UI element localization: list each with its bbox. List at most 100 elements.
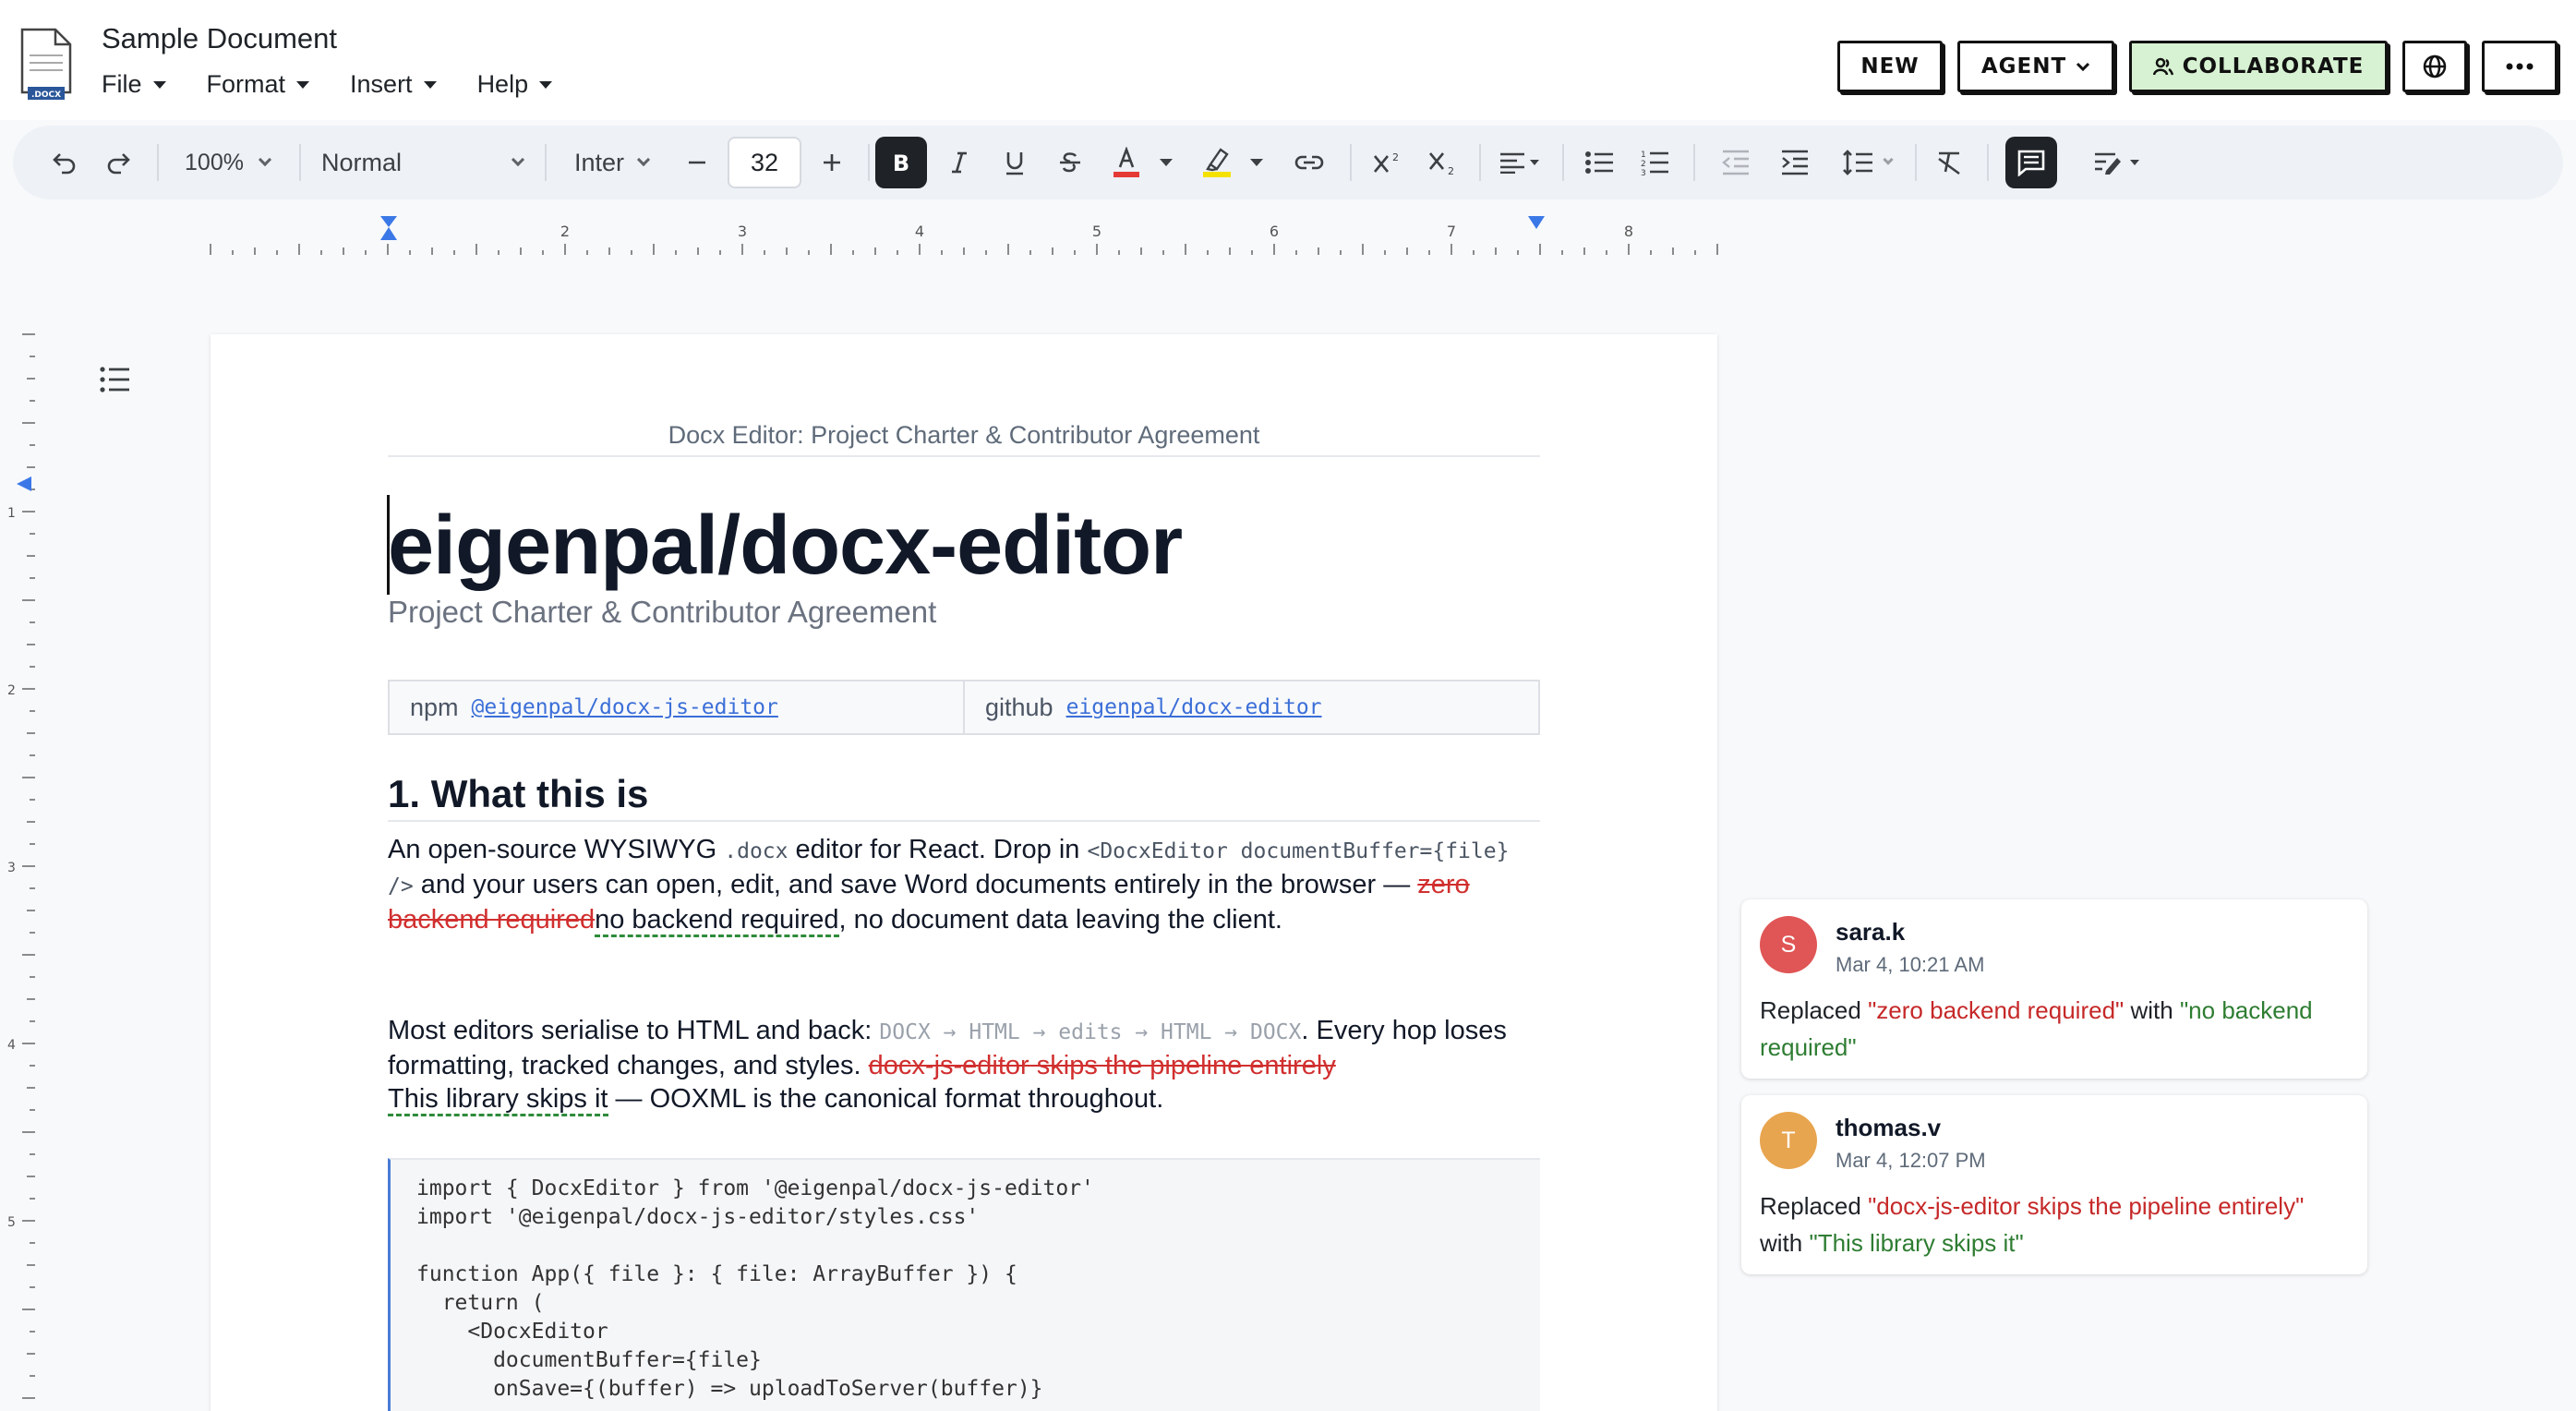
toolbar-divider bbox=[157, 144, 159, 181]
comment-card[interactable]: S sara.k Mar 4, 10:21 AM Replaced "zero … bbox=[1741, 899, 2367, 1079]
bold-button[interactable]: B bbox=[875, 137, 927, 188]
tracked-deletion[interactable]: docx-js-editor skips the pipeline entire… bbox=[869, 1051, 1336, 1080]
redo-icon bbox=[107, 153, 130, 175]
agent-button[interactable]: AGENT bbox=[1957, 41, 2114, 92]
caret-down-icon bbox=[152, 80, 166, 89]
ruler-label: 2 bbox=[560, 223, 570, 240]
clear-formatting-button[interactable] bbox=[1924, 126, 1976, 199]
svg-text:2: 2 bbox=[1392, 151, 1399, 163]
underline-button[interactable] bbox=[990, 126, 1040, 199]
code-block[interactable]: import { DocxEditor } from '@eigenpal/do… bbox=[388, 1158, 1540, 1411]
document-heading-title[interactable]: eigenpal/docx-editor bbox=[388, 499, 1183, 594]
github-cell: github eigenpal/docx-editor bbox=[963, 681, 1538, 733]
text-color-dropdown[interactable] bbox=[1154, 126, 1178, 199]
npm-label: npm bbox=[410, 693, 459, 721]
insert-link-button[interactable] bbox=[1282, 126, 1337, 199]
chevron-down-icon bbox=[1883, 154, 1894, 165]
paragraph-style-select[interactable]: Normal bbox=[310, 126, 532, 199]
bullet-list-button[interactable] bbox=[1573, 126, 1625, 199]
increase-indent-button[interactable] bbox=[1769, 126, 1821, 199]
strikethrough-button[interactable] bbox=[1045, 126, 1095, 199]
comments-toggle-button[interactable] bbox=[2005, 137, 2057, 188]
menu-help[interactable]: Help bbox=[477, 70, 553, 99]
caret-down-icon bbox=[2130, 160, 2139, 165]
highlight-dropdown[interactable] bbox=[1245, 126, 1269, 199]
new-button[interactable]: NEW bbox=[1837, 41, 1943, 92]
paragraph-pipeline[interactable]: Most editors serialise to HTML and back:… bbox=[388, 1014, 1540, 1116]
link-icon bbox=[1294, 155, 1324, 170]
caret-down-icon bbox=[296, 80, 310, 89]
font-family-select[interactable]: Inter bbox=[556, 126, 667, 199]
italic-button[interactable] bbox=[934, 126, 984, 199]
comment-text: Replaced bbox=[1760, 1192, 1869, 1220]
font-value: Inter bbox=[573, 148, 625, 176]
indent-icon bbox=[1782, 150, 1808, 175]
ruler-label: 2 bbox=[7, 683, 16, 698]
edit-mode-icon bbox=[2095, 152, 2121, 175]
github-label: github bbox=[985, 693, 1053, 721]
code-line: <DocxEditor bbox=[416, 1320, 608, 1344]
ruler-ticks bbox=[22, 333, 35, 1399]
line-spacing-dropdown[interactable] bbox=[1828, 126, 1906, 199]
formatting-toolbar: 100% Normal Inter 32 B 2 2 1 2 3 bbox=[13, 126, 2563, 199]
language-button[interactable] bbox=[2402, 41, 2467, 92]
page-header-text[interactable]: Docx Editor: Project Charter & Contribut… bbox=[388, 421, 1540, 457]
subscript-button[interactable]: 2 bbox=[1416, 126, 1468, 199]
vertical-ruler[interactable]: 1 2 3 4 5 bbox=[0, 323, 37, 1411]
comment-author: thomas.v bbox=[1836, 1114, 1942, 1141]
left-indent-marker[interactable] bbox=[380, 216, 397, 240]
document-title[interactable]: Sample Document bbox=[102, 22, 337, 55]
editing-mode-dropdown[interactable] bbox=[2079, 126, 2153, 199]
superscript-button[interactable]: 2 bbox=[1361, 126, 1413, 199]
menu-label: Help bbox=[476, 70, 529, 98]
zoom-value: 100% bbox=[185, 149, 244, 175]
zoom-select[interactable]: 100% bbox=[168, 126, 286, 199]
npm-link[interactable]: @eigenpal/docx-js-editor bbox=[472, 695, 778, 719]
horizontal-ruler[interactable]: 2 3 4 5 6 7 8 bbox=[209, 214, 1719, 257]
ruler-label: 3 bbox=[738, 223, 747, 240]
code-line: function App({ file }: { file: ArrayBuff… bbox=[416, 1262, 1017, 1286]
bullet-list-icon bbox=[1585, 151, 1613, 174]
collaborate-label: COLLABORATE bbox=[2182, 54, 2365, 78]
more-button[interactable] bbox=[2482, 41, 2558, 92]
text-color-button[interactable] bbox=[1101, 126, 1152, 199]
section-heading[interactable]: 1. What this is bbox=[388, 772, 1540, 822]
right-indent-marker[interactable] bbox=[1528, 216, 1545, 229]
svg-text:1: 1 bbox=[1641, 151, 1646, 160]
decrease-indent-button[interactable] bbox=[1710, 126, 1762, 199]
document-page[interactable]: Docx Editor: Project Charter & Contribut… bbox=[211, 334, 1717, 1411]
menu-file[interactable]: File bbox=[102, 70, 166, 99]
top-margin-marker[interactable] bbox=[17, 476, 31, 491]
plus-icon bbox=[824, 154, 840, 171]
docx-badge: .DOCX bbox=[31, 90, 61, 100]
comment-old-text: "zero backend required" bbox=[1868, 996, 2125, 1024]
links-table: npm @eigenpal/docx-js-editor github eige… bbox=[388, 680, 1540, 735]
tracked-insertion[interactable]: no backend required bbox=[595, 905, 839, 937]
alignment-dropdown[interactable] bbox=[1487, 126, 1551, 199]
comment-author: sara.k bbox=[1836, 918, 1906, 946]
paragraph-intro[interactable]: An open-source WYSIWYG .docx editor for … bbox=[388, 833, 1540, 937]
text-run: — OOXML is the canonical format througho… bbox=[608, 1084, 1164, 1114]
document-subtitle[interactable]: Project Charter & Contributor Agreement bbox=[388, 595, 936, 630]
comment-card[interactable]: T thomas.v Mar 4, 12:07 PM Replaced "doc… bbox=[1741, 1095, 2367, 1274]
comment-body: Replaced "zero backend required" with "n… bbox=[1760, 992, 2341, 1066]
document-outline-icon[interactable] bbox=[100, 366, 131, 393]
comment-text: with bbox=[1760, 1229, 1810, 1257]
github-link[interactable]: eigenpal/docx-editor bbox=[1066, 695, 1322, 719]
tracked-insertion[interactable]: This library skips it bbox=[388, 1084, 608, 1116]
font-size-input[interactable]: 32 bbox=[728, 137, 801, 188]
caret-down-icon bbox=[1530, 160, 1539, 165]
redo-button[interactable] bbox=[92, 126, 144, 199]
numbered-list-button[interactable]: 123 bbox=[1629, 126, 1680, 199]
collaborate-button[interactable]: COLLABORATE bbox=[2129, 41, 2388, 92]
underline-icon bbox=[1006, 152, 1023, 175]
decrease-font-size-button[interactable] bbox=[674, 126, 720, 199]
menu-format[interactable]: Format bbox=[207, 70, 310, 99]
text-run: Most editors serialise to HTML and back: bbox=[388, 1016, 880, 1045]
increase-font-size-button[interactable] bbox=[809, 126, 855, 199]
clear-formatting-icon bbox=[1938, 151, 1960, 175]
undo-button[interactable] bbox=[39, 126, 90, 199]
menu-insert[interactable]: Insert bbox=[350, 70, 437, 99]
highlight-button[interactable] bbox=[1191, 126, 1243, 199]
subscript-icon: 2 bbox=[1428, 152, 1454, 175]
